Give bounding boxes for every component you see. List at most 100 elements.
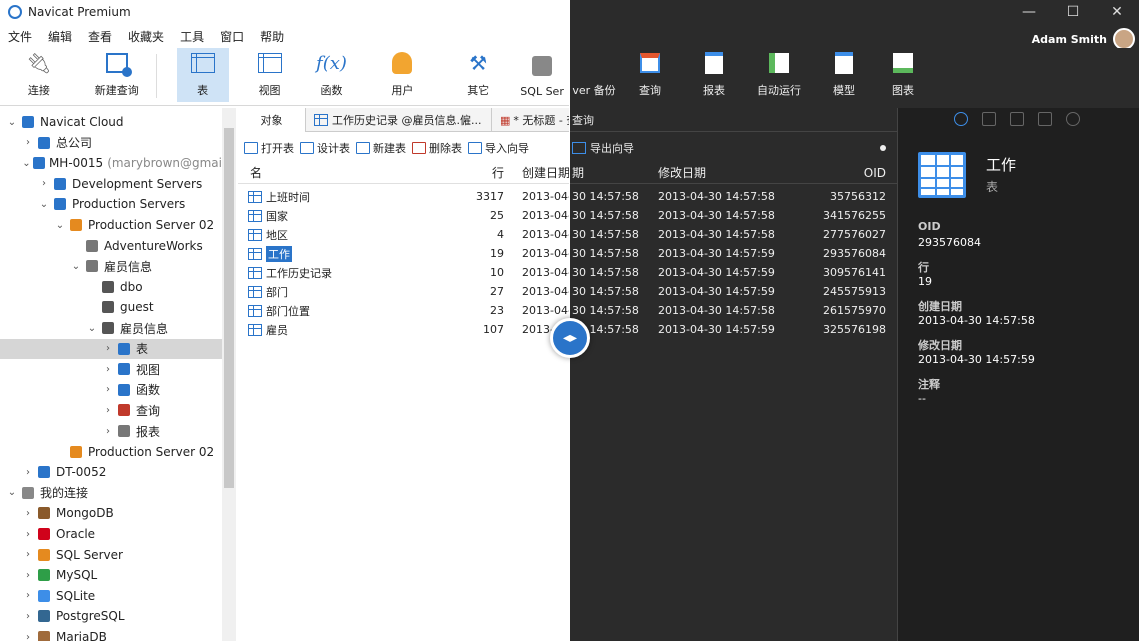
column-name-header[interactable]: 名: [238, 164, 438, 181]
query-button[interactable]: 查询: [618, 48, 682, 102]
maximize-icon[interactable]: ☐: [1051, 0, 1095, 24]
expand-toggle-icon[interactable]: ›: [102, 384, 114, 395]
dependency-icon[interactable]: [1038, 112, 1052, 126]
expand-toggle-icon[interactable]: ›: [22, 590, 34, 601]
table-row[interactable]: 30 14:57:58 2013-04-30 14:57:59 309576141: [570, 263, 898, 282]
tree-item[interactable]: › 函数: [0, 380, 222, 400]
tree-item[interactable]: Production Server 02: [0, 442, 222, 462]
tree-item[interactable]: ⌄ MH-0015 (marybrown@gmai: [0, 153, 222, 173]
backup-button[interactable]: ver 备份: [570, 48, 618, 102]
table-row[interactable]: 工作 19 2013-04-30 14:57:58: [238, 244, 570, 263]
user-button[interactable]: 用户: [362, 48, 442, 102]
column-modified-header[interactable]: 修改日期: [648, 164, 784, 181]
expand-toggle-icon[interactable]: ⌄: [22, 158, 31, 169]
table-row[interactable]: 工作历史记录 10 2013-04-30 14:57:58: [238, 263, 570, 282]
tree-item[interactable]: › 总公司: [0, 133, 222, 153]
expand-toggle-icon[interactable]: ›: [102, 426, 114, 437]
expand-toggle-icon[interactable]: ›: [22, 508, 34, 519]
sqlserver-button[interactable]: SQL Ser: [514, 48, 570, 102]
column-created-header-dark[interactable]: 期: [570, 164, 648, 181]
design-table-button[interactable]: 设计表: [300, 140, 350, 156]
tab-untitled-query[interactable]: ▦* 无标题 - 查询: [492, 108, 570, 132]
tree-item[interactable]: › PostgreSQL: [0, 606, 222, 626]
menu-favorites[interactable]: 收藏夹: [120, 28, 172, 45]
tree-item[interactable]: ⌄ 雇员信息: [0, 318, 222, 338]
new-table-button[interactable]: 新建表: [356, 140, 406, 156]
user-account[interactable]: Adam Smith: [1032, 28, 1135, 50]
expand-toggle-icon[interactable]: ›: [38, 178, 50, 189]
new-query-button[interactable]: 新建查询: [78, 48, 156, 102]
tree-item[interactable]: › SQL Server: [0, 545, 222, 565]
tree-item[interactable]: › MongoDB: [0, 503, 222, 523]
expand-toggle-icon[interactable]: ⌄: [70, 261, 82, 272]
tree-item[interactable]: › MariaDB: [0, 627, 222, 641]
tree-item[interactable]: › Oracle: [0, 524, 222, 544]
tree-item[interactable]: ⌄ 我的连接: [0, 483, 222, 503]
tree-scrollbar-thumb[interactable]: [224, 128, 234, 488]
expand-toggle-icon[interactable]: ›: [22, 137, 34, 148]
table-row[interactable]: 地区 4 2013-04-30 14:57:58: [238, 225, 570, 244]
tab-objects[interactable]: 对象: [238, 108, 306, 132]
tree-item[interactable]: ⌄ Production Servers: [0, 194, 222, 214]
expand-toggle-icon[interactable]: ›: [102, 343, 114, 354]
tree-item[interactable]: AdventureWorks: [0, 236, 222, 256]
expand-toggle-icon[interactable]: ›: [22, 570, 34, 581]
tree-item[interactable]: › DT-0052: [0, 462, 222, 482]
tree-item[interactable]: ⌄ Production Server 02: [0, 215, 222, 235]
ddl-icon[interactable]: [982, 112, 996, 126]
others-button[interactable]: ⚒︎ 其它: [442, 48, 514, 102]
tree-item[interactable]: › 视图: [0, 359, 222, 379]
info-icon[interactable]: [954, 112, 968, 126]
menu-edit[interactable]: 编辑: [40, 28, 80, 45]
dark-tab-untitled-query[interactable]: 查询: [570, 112, 594, 128]
table-row[interactable]: 30 14:57:58 2013-04-30 14:57:58 261575970: [570, 301, 898, 320]
automation-button[interactable]: 自动运行: [746, 48, 812, 102]
expand-toggle-icon[interactable]: ›: [22, 549, 34, 560]
settings-icon[interactable]: [1066, 112, 1080, 126]
expand-toggle-icon[interactable]: ›: [22, 611, 34, 622]
expand-toggle-icon[interactable]: ›: [102, 405, 114, 416]
tree-item[interactable]: › 表: [0, 338, 222, 359]
expand-toggle-icon[interactable]: ›: [22, 467, 34, 478]
compare-slider-handle[interactable]: ◂▸: [550, 318, 590, 358]
column-created-header[interactable]: 创建日期: [510, 164, 570, 181]
chart-button[interactable]: 图表: [876, 48, 930, 102]
expand-toggle-icon[interactable]: ⌄: [38, 199, 50, 210]
expand-toggle-icon[interactable]: ⌄: [86, 323, 98, 334]
table-button[interactable]: 表: [176, 48, 229, 102]
preview-icon[interactable]: [1010, 112, 1024, 126]
menu-tools[interactable]: 工具: [172, 28, 212, 45]
menu-window[interactable]: 窗口: [212, 28, 252, 45]
import-wizard-button[interactable]: 导入向导: [468, 140, 529, 156]
tree-item[interactable]: › 查询: [0, 400, 222, 420]
table-row[interactable]: 部门位置 23 2013-04-30 14:57:58: [238, 301, 570, 320]
table-row[interactable]: 雇员1072013-04-30 14:57:58: [238, 320, 570, 339]
column-oid-header[interactable]: OID: [784, 166, 898, 180]
view-button[interactable]: 视图: [239, 48, 301, 102]
expand-toggle-icon[interactable]: ›: [22, 529, 34, 540]
expand-toggle-icon[interactable]: ⌄: [6, 487, 18, 498]
open-table-button[interactable]: 打开表: [244, 140, 294, 156]
table-row[interactable]: 国家 25 2013-04-30 14:57:58: [238, 206, 570, 225]
tree-item[interactable]: ⌄ 雇员信息: [0, 256, 222, 276]
tree-item[interactable]: › SQLite: [0, 586, 222, 606]
table-row[interactable]: 上班时间 3317 2013-04-30 14:57:58: [238, 187, 570, 206]
model-button[interactable]: 模型: [812, 48, 876, 102]
table-row[interactable]: 30 14:57:58 2013-04-30 14:57:59 293576084: [570, 244, 898, 263]
expand-toggle-icon[interactable]: ›: [22, 632, 34, 641]
table-row[interactable]: 30 14:57:58 2013-04-30 14:57:59 325576198: [570, 320, 898, 339]
expand-toggle-icon[interactable]: ⌄: [6, 117, 18, 128]
close-icon[interactable]: ✕: [1095, 0, 1139, 24]
table-row[interactable]: 30 14:57:58 2013-04-30 14:57:58 35756312: [570, 187, 898, 206]
delete-table-button[interactable]: 删除表: [412, 140, 462, 156]
tree-item[interactable]: ⌄ Navicat Cloud: [0, 112, 222, 132]
expand-toggle-icon[interactable]: ›: [102, 364, 114, 375]
connect-button[interactable]: 🔌︎ 连接: [0, 48, 78, 102]
tree-item[interactable]: dbo: [0, 277, 222, 297]
export-wizard-button[interactable]: 导出向导: [590, 140, 634, 156]
menu-file[interactable]: 文件: [0, 28, 40, 45]
column-rows-header[interactable]: 行: [438, 164, 510, 181]
tree-scrollbar[interactable]: [222, 108, 236, 641]
tree-item[interactable]: › MySQL: [0, 565, 222, 585]
tree-item[interactable]: › Development Servers: [0, 174, 222, 194]
